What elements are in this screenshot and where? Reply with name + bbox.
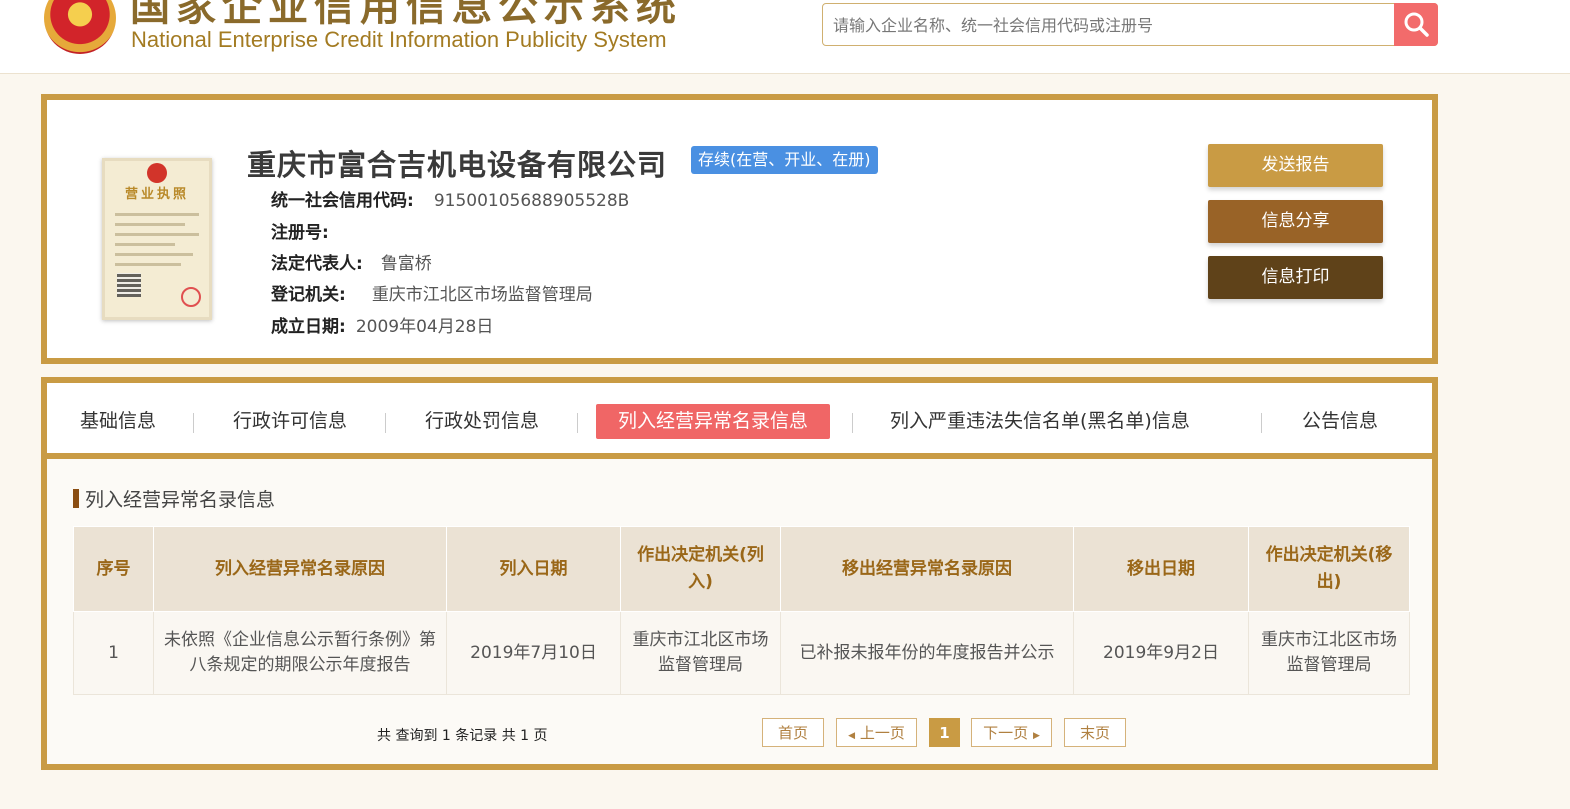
company-info-card: 营业执照 重庆市富合吉机电设备有限公司 存续(在营、开业、在册) 统一社会信用代…: [41, 94, 1438, 364]
tab-blacklist[interactable]: 列入严重违法失信名单(黑名单)信息: [890, 404, 1190, 439]
info-row-credit-code: 统一社会信用代码: 91500105688905528B: [271, 186, 629, 211]
table-cell: 2019年7月10日: [446, 611, 621, 695]
table-header-row: 序号 列入经营异常名录原因 列入日期 作出决定机关(列入) 移出经营异常名录原因…: [73, 526, 1410, 612]
section-title-text: 列入经营异常名录信息: [85, 489, 276, 511]
column-header: 列入经营异常名录原因: [153, 526, 447, 612]
table-row: 1 未依照《企业信息公示暂行条例》第八条规定的期限公示年度报告 2019年7月1…: [73, 611, 1410, 695]
next-page-button[interactable]: 下一页 ▶: [971, 718, 1052, 747]
page-number-1[interactable]: 1: [929, 718, 960, 747]
record-count: 共 查询到 1 条记录 共 1 页: [377, 728, 548, 744]
search-box: [822, 3, 1438, 47]
first-page-button[interactable]: 首页: [762, 718, 824, 747]
tab-separator: [852, 413, 853, 433]
tab-announcements[interactable]: 公告信息: [1302, 404, 1378, 439]
info-value: 2009年04月28日: [355, 317, 494, 337]
print-info-button[interactable]: 信息打印: [1208, 256, 1383, 299]
license-text-line: [115, 243, 175, 246]
table-cell: 重庆市江北区市场监督管理局: [620, 611, 781, 695]
column-header: 移出经营异常名录原因: [780, 526, 1074, 612]
column-header: 作出决定机关(移出): [1248, 526, 1410, 612]
license-text-line: [115, 233, 199, 236]
qr-code-icon: [117, 273, 141, 297]
tab-basic-info[interactable]: 基础信息: [80, 404, 156, 439]
search-input[interactable]: [831, 4, 1395, 47]
section-title-marker: [73, 489, 79, 508]
seal-stamp-icon: [181, 287, 201, 307]
status-badge: 存续(在营、开业、在册): [691, 146, 878, 174]
info-value: 鲁富桥: [380, 254, 432, 274]
prev-page-button[interactable]: ◀ 上一页: [836, 718, 917, 747]
license-text-line: [115, 213, 199, 216]
license-text-line: [115, 223, 185, 226]
tab-admin-license[interactable]: 行政许可信息: [233, 404, 347, 439]
info-value: 重庆市江北区市场监督管理局: [371, 285, 593, 305]
license-text-line: [115, 253, 193, 256]
site-header: 国家企业信用信息公示系统 National Enterprise Credit …: [0, 0, 1570, 74]
tab-abnormal-operation[interactable]: 列入经营异常名录信息: [596, 404, 831, 439]
national-emblem-icon: [44, 0, 116, 54]
tab-separator: [193, 413, 194, 433]
license-title: 营业执照: [124, 187, 189, 202]
search-icon: [1404, 12, 1429, 37]
license-text-line: [115, 263, 181, 266]
abnormal-operation-section: 列入经营异常名录信息 序号 列入经营异常名录原因 列入日期 作出决定机关(列入)…: [47, 459, 1432, 764]
detail-tab-panel: 基础信息 行政许可信息 行政处罚信息 列入经营异常名录信息 列入严重违法失信名单…: [41, 377, 1438, 770]
info-row-reg-number: 注册号:: [271, 218, 339, 243]
next-page-label: 下一页: [983, 724, 1029, 742]
column-header: 作出决定机关(列入): [620, 526, 781, 612]
info-label: 登记机关:: [271, 285, 346, 305]
chevron-right-icon: ▶: [1032, 731, 1040, 741]
info-value: 91500105688905528B: [433, 191, 630, 211]
column-header: 移出日期: [1073, 526, 1249, 612]
info-row-founded: 成立日期: 2009年04月28日: [271, 312, 493, 337]
column-header: 序号: [73, 526, 154, 612]
table-cell: 重庆市江北区市场监督管理局: [1248, 611, 1410, 695]
chevron-left-icon: ◀: [848, 731, 856, 741]
prev-page-label: 上一页: [859, 724, 905, 742]
table-cell: 2019年9月2日: [1073, 611, 1249, 695]
search-button[interactable]: [1394, 3, 1438, 46]
tab-admin-penalty[interactable]: 行政处罚信息: [425, 404, 539, 439]
info-label: 法定代表人:: [271, 254, 363, 274]
info-label: 统一社会信用代码:: [271, 191, 414, 211]
info-row-legal-rep: 法定代表人: 鲁富桥: [271, 249, 432, 274]
tab-separator: [385, 413, 386, 433]
section-title: 列入经营异常名录信息: [73, 485, 275, 512]
table-cell: 已补报未报年份的年度报告并公示: [780, 611, 1074, 695]
share-info-button[interactable]: 信息分享: [1208, 200, 1383, 243]
table-cell: 未依照《企业信息公示暂行条例》第八条规定的期限公示年度报告: [153, 611, 447, 695]
logo-english-title: National Enterprise Credit Information P…: [131, 27, 667, 52]
last-page-button[interactable]: 末页: [1064, 718, 1126, 747]
license-emblem-icon: [147, 163, 167, 183]
send-report-button[interactable]: 发送报告: [1208, 144, 1383, 187]
company-name: 重庆市富合吉机电设备有限公司: [247, 148, 668, 182]
tab-bar: 基础信息 行政许可信息 行政处罚信息 列入经营异常名录信息 列入严重违法失信名单…: [47, 383, 1432, 459]
business-license-image: 营业执照: [102, 158, 212, 320]
info-label: 成立日期:: [271, 317, 346, 337]
abnormal-records-table: 序号 列入经营异常名录原因 列入日期 作出决定机关(列入) 移出经营异常名录原因…: [73, 526, 1410, 695]
tab-separator: [577, 413, 578, 433]
column-header: 列入日期: [446, 526, 621, 612]
info-label: 注册号:: [271, 223, 329, 243]
table-cell: 1: [73, 611, 154, 695]
info-row-authority: 登记机关: 重庆市江北区市场监督管理局: [271, 280, 593, 305]
tab-separator: [1261, 413, 1262, 433]
